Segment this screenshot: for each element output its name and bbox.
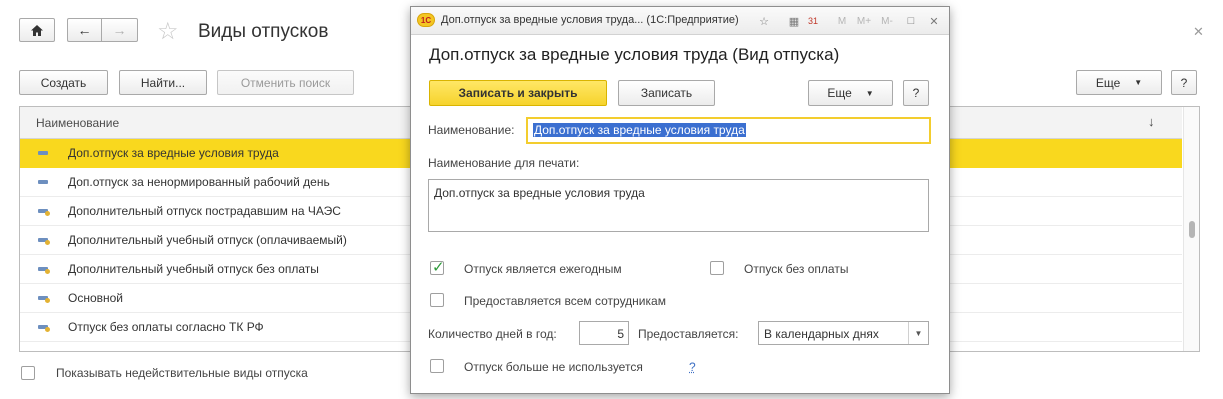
list-item-icon [38,180,48,184]
provided-select[interactable]: В календарных днях ▼ [758,321,929,345]
predefined-item-icon [38,267,50,274]
row-label: Дополнительный учебный отпуск без оплаты [68,262,319,276]
annual-checkbox[interactable]: ✓ [430,259,445,276]
help-button[interactable]: ? [1171,70,1197,95]
days-label: Количество дней в год: [428,327,557,341]
memory-minus-icon[interactable]: M- [879,13,895,29]
help-button[interactable]: ? [903,80,929,106]
all-employees-label: Предоставляется всем сотрудникам [464,294,666,308]
row-label: Отпуск без оплаты согласно ТК РФ [68,320,264,334]
vertical-scrollbar[interactable] [1183,107,1199,351]
dialog-titlebar[interactable]: 1С Доп.отпуск за вредные условия труда..… [411,7,949,35]
name-field[interactable]: Доп.отпуск за вредные условия труда [526,117,931,144]
checkmark-icon: ✓ [432,259,445,276]
predefined-item-icon [38,238,50,245]
cancel-search-button[interactable]: Отменить поиск [217,70,354,95]
memory-plus-icon[interactable]: M+ [856,13,872,29]
back-button[interactable]: ← [67,18,101,42]
not-used-checkbox[interactable] [430,359,444,373]
app-logo-icon: 1С [417,13,435,27]
row-label: Дополнительный отпуск пострадавшим на ЧА… [68,204,341,218]
unpaid-checkbox[interactable] [710,261,724,275]
memory-icon[interactable]: M [834,13,850,29]
help-link[interactable]: ? [689,360,696,374]
name-field-value: Доп.отпуск за вредные условия труда [533,123,746,137]
home-button[interactable] [19,18,55,42]
predefined-item-icon [38,325,50,332]
more-label: Еще [827,86,852,100]
save-and-close-button[interactable]: Записать и закрыть [429,80,607,106]
predefined-item-icon [38,296,50,303]
list-item-icon [38,151,48,155]
days-per-year-field[interactable]: 5 [579,321,629,345]
row-label: Доп.отпуск за вредные условия труда [68,146,279,160]
print-name-value: Доп.отпуск за вредные условия труда [434,186,645,200]
page-title: Виды отпусков [198,21,329,42]
close-icon[interactable]: ✕ [1193,24,1204,40]
print-name-label: Наименование для печати: [428,156,580,170]
scrollbar-thumb[interactable] [1189,221,1195,238]
days-value: 5 [617,327,624,341]
more-menu-button[interactable]: Еще ▼ [1076,70,1162,95]
favorite-icon[interactable]: ☆ [756,13,772,29]
unpaid-label: Отпуск без оплаты [744,262,849,276]
row-label: Дополнительный учебный отпуск (оплачивае… [68,233,347,247]
dropdown-arrow-icon: ▼ [1134,78,1143,87]
sort-down-icon[interactable]: ↓ [1148,114,1155,129]
calendar-icon[interactable]: 31 [805,13,821,29]
forward-button[interactable]: → [101,18,138,42]
show-invalid-label: Показывать недействительные виды отпуска [56,366,308,380]
row-label: Основной [68,291,124,305]
row-label: Доп.отпуск за ненормированный рабочий де… [68,175,330,189]
provided-label: Предоставляется: [638,327,739,341]
save-button[interactable]: Записать [618,80,715,106]
show-invalid-checkbox[interactable] [21,366,35,380]
dropdown-arrow-icon[interactable]: ▼ [908,322,928,344]
column-header-name[interactable]: Наименование [36,116,119,130]
name-label: Наименование: [428,123,515,137]
close-icon[interactable]: ✕ [926,13,942,29]
dialog-window-title: Доп.отпуск за вредные условия труда... (… [441,14,739,26]
calculator-icon[interactable]: ▦ [786,13,802,29]
provided-value: В календарных днях [764,327,879,341]
arrow-right-icon: → [112,22,127,38]
more-label: Еще [1095,75,1121,90]
annual-label: Отпуск является ежегодным [464,262,622,276]
arrow-left-icon: ← [77,22,92,38]
find-button[interactable]: Найти... [119,70,207,95]
create-button[interactable]: Создать [19,70,108,95]
dropdown-arrow-icon: ▼ [865,88,874,98]
dialog-heading: Доп.отпуск за вредные условия труда (Вид… [429,45,840,64]
more-menu-button[interactable]: Еще ▼ [808,80,893,106]
predefined-item-icon [38,209,50,216]
all-employees-checkbox[interactable] [430,293,444,307]
restore-window-icon[interactable]: □ [903,13,919,29]
favorite-star-icon[interactable]: ☆ [157,17,179,46]
print-name-field[interactable]: Доп.отпуск за вредные условия труда [428,179,929,232]
vacation-type-dialog: 1С Доп.отпуск за вредные условия труда..… [410,6,950,394]
home-icon [31,24,43,36]
not-used-label: Отпуск больше не используется [464,360,643,374]
